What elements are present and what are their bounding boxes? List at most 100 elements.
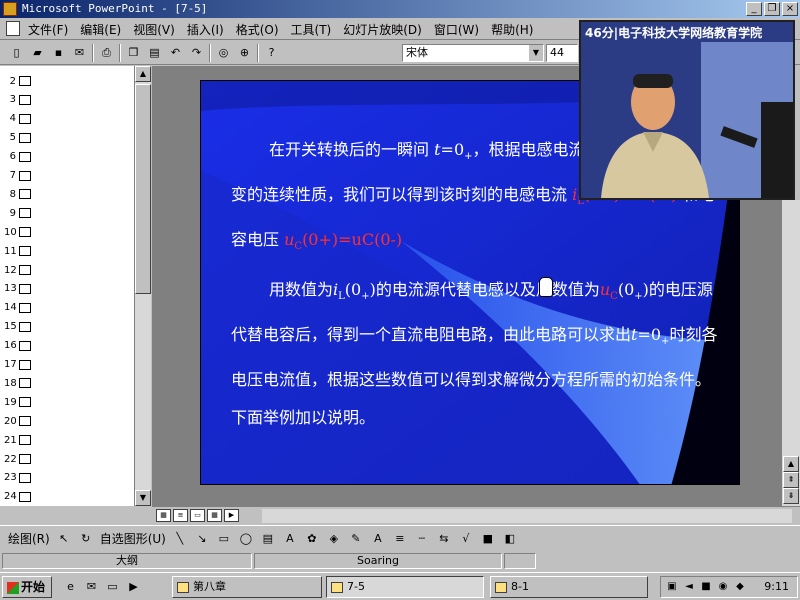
- input-method-icon[interactable]: ■: [699, 579, 713, 594]
- web-toolbar-icon[interactable]: ⊕: [236, 44, 253, 61]
- rectangle-tool-icon[interactable]: ▭: [216, 531, 232, 547]
- email-icon[interactable]: ✉: [71, 44, 88, 61]
- outline-slide-item[interactable]: 14: [4, 299, 34, 317]
- print-icon[interactable]: ⎙: [98, 44, 115, 61]
- slide-icon[interactable]: [19, 132, 31, 143]
- slide-icon[interactable]: [19, 359, 31, 370]
- clipart-icon[interactable]: ✿: [304, 531, 320, 547]
- outline-slide-item[interactable]: 3: [4, 91, 34, 109]
- arrow-tool-icon[interactable]: ↘: [194, 531, 210, 547]
- network-icon[interactable]: ▣: [665, 579, 679, 594]
- 3d-icon[interactable]: ◧: [502, 531, 518, 547]
- select-arrow-icon[interactable]: ↖: [56, 531, 72, 547]
- dash-style-icon[interactable]: ┄: [414, 531, 430, 547]
- outline-view-icon[interactable]: ≡: [173, 509, 188, 522]
- language-icon[interactable]: ◆: [733, 579, 747, 594]
- outline-slide-item[interactable]: 23: [4, 469, 34, 487]
- save-icon[interactable]: ▪: [50, 44, 67, 61]
- line-style-icon[interactable]: ≡: [392, 531, 408, 547]
- slide-icon[interactable]: [19, 94, 31, 105]
- new-document-icon[interactable]: ▯: [8, 44, 25, 61]
- outline-slide-item[interactable]: 11: [4, 242, 34, 260]
- menu-edit[interactable]: 编辑(E): [80, 21, 121, 38]
- slide-view-icon[interactable]: ▭: [190, 509, 205, 522]
- outline-slide-item[interactable]: 24: [4, 488, 34, 506]
- outline-slide-item[interactable]: 12: [4, 261, 34, 279]
- previous-slide-icon[interactable]: ⇞: [783, 472, 799, 488]
- powerpoint-app-icon[interactable]: [3, 2, 17, 16]
- slide-icon[interactable]: [19, 76, 31, 86]
- arrow-style-icon[interactable]: ⇆: [436, 531, 452, 547]
- outline-slide-item[interactable]: 20: [4, 412, 34, 430]
- taskbar-folder-chapter8[interactable]: 第八章: [172, 576, 322, 598]
- menu-file[interactable]: 文件(F): [28, 21, 68, 38]
- oval-tool-icon[interactable]: ◯: [238, 531, 254, 547]
- help-icon[interactable]: ?: [263, 44, 280, 61]
- textbox-tool-icon[interactable]: ▤: [260, 531, 276, 547]
- slide-icon[interactable]: [19, 227, 31, 238]
- slide-icon[interactable]: [19, 265, 31, 275]
- slide-icon[interactable]: [19, 472, 31, 483]
- outline-slide-item[interactable]: 13: [4, 280, 34, 298]
- next-slide-icon[interactable]: ⇟: [783, 488, 799, 504]
- fill-color-icon[interactable]: ◈: [326, 531, 342, 547]
- wordart-icon[interactable]: A: [282, 531, 298, 547]
- equation-icon[interactable]: √: [458, 531, 474, 547]
- outline-slide-item[interactable]: 16: [4, 337, 34, 355]
- slide-icon[interactable]: [19, 416, 31, 427]
- outline-slide-item[interactable]: 10: [4, 223, 34, 241]
- menu-insert[interactable]: 插入(I): [187, 21, 224, 38]
- outline-slide-item[interactable]: 6: [4, 148, 34, 166]
- outline-slide-item[interactable]: 19: [4, 393, 34, 411]
- outline-slide-item[interactable]: 21: [4, 431, 34, 449]
- font-name-select[interactable]: 宋体 ▼: [402, 44, 544, 62]
- scroll-up-arrow-icon[interactable]: ▲: [783, 456, 799, 472]
- scroll-up-arrow-icon[interactable]: ▲: [135, 66, 151, 82]
- open-folder-icon[interactable]: ▰: [29, 44, 46, 61]
- autoshapes-menu-button[interactable]: 自选图形(U): [100, 530, 166, 547]
- draw-menu-button[interactable]: 绘图(R): [8, 530, 50, 547]
- start-button[interactable]: 开始: [2, 576, 52, 598]
- slide-icon[interactable]: [19, 246, 31, 257]
- slide-icon[interactable]: [19, 208, 31, 219]
- volume-icon[interactable]: ◄: [682, 579, 696, 594]
- outline-slide-item[interactable]: 7: [4, 167, 34, 185]
- menu-view[interactable]: 视图(V): [133, 21, 175, 38]
- show-desktop-icon[interactable]: ▭: [104, 578, 121, 595]
- outline-slide-item[interactable]: 18: [4, 374, 34, 392]
- slide-sorter-icon[interactable]: ▦: [207, 509, 222, 522]
- minimize-button[interactable]: _: [746, 2, 762, 16]
- menu-slideshow[interactable]: 幻灯片放映(D): [343, 21, 422, 38]
- slide-icon[interactable]: [19, 378, 31, 389]
- outlook-icon[interactable]: ✉: [83, 578, 100, 595]
- slide-icon[interactable]: [19, 170, 31, 181]
- outline-slide-item[interactable]: 4: [4, 110, 34, 128]
- slide-icon[interactable]: [19, 340, 31, 351]
- document-icon[interactable]: [6, 21, 20, 36]
- outline-slide-item[interactable]: 22: [4, 450, 34, 468]
- slide-icon[interactable]: [19, 491, 31, 502]
- font-color-icon[interactable]: A: [370, 531, 386, 547]
- line-tool-icon[interactable]: ╲: [172, 531, 188, 547]
- slide-icon[interactable]: [19, 283, 31, 294]
- menu-tools[interactable]: 工具(T): [291, 21, 332, 38]
- slide-icon[interactable]: [19, 302, 31, 313]
- slide-icon[interactable]: [19, 113, 31, 124]
- paste-icon[interactable]: ▤: [146, 44, 163, 61]
- slide-icon[interactable]: [19, 454, 31, 464]
- internet-explorer-icon[interactable]: e: [62, 578, 79, 595]
- normal-view-icon[interactable]: ▦: [156, 509, 171, 522]
- outline-slide-item[interactable]: 9: [4, 204, 34, 222]
- shadow-icon[interactable]: ■: [480, 531, 496, 547]
- outline-slide-item[interactable]: 5: [4, 129, 34, 147]
- slide-icon[interactable]: [19, 189, 31, 200]
- outline-scrollbar[interactable]: ▲ ▼: [135, 66, 151, 506]
- hyperlink-icon[interactable]: ◎: [215, 44, 232, 61]
- chevron-down-icon[interactable]: ▼: [529, 45, 543, 61]
- close-button[interactable]: ×: [782, 2, 798, 16]
- slide-icon[interactable]: [19, 151, 31, 162]
- horizontal-scrollbar[interactable]: [262, 509, 792, 523]
- menu-format[interactable]: 格式(O): [236, 21, 279, 38]
- slideshow-icon[interactable]: ▶: [224, 509, 239, 522]
- slide-icon[interactable]: [19, 321, 31, 332]
